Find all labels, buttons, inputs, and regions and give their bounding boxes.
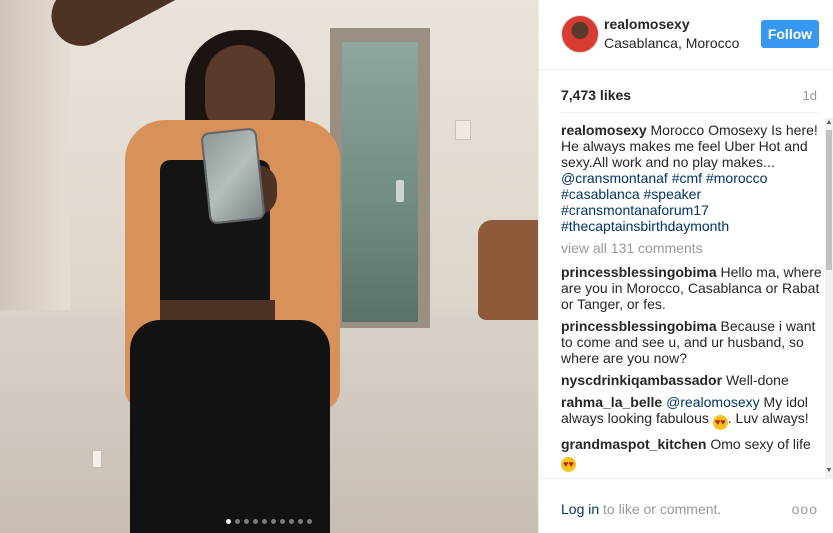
carousel-dot[interactable] (244, 519, 249, 524)
scroll-down-arrow-icon[interactable]: ▼ (825, 466, 833, 476)
caption-username[interactable]: realomosexy (561, 122, 647, 138)
mention-link[interactable]: @realomosexy (666, 394, 760, 410)
hashtag-link[interactable]: #morocco (706, 170, 767, 186)
comment-text: Well-done (725, 372, 789, 388)
comment-item: rahma_la_belle @realomosexy My idol alwa… (561, 394, 827, 430)
login-prompt-text: to like or comment. (603, 501, 722, 517)
glass-door (342, 42, 418, 322)
carousel-dot[interactable] (298, 519, 303, 524)
post-location[interactable]: Casablanca, Morocco (604, 35, 739, 51)
comment-text-after: . Luv always! (727, 410, 809, 426)
hashtag-link[interactable]: #speaker (644, 186, 702, 202)
hashtag-link[interactable]: #cransmontanaforum17 (561, 202, 709, 218)
carousel-dot[interactable] (271, 519, 276, 524)
divider (561, 112, 819, 113)
post-header: realomosexy Casablanca, Morocco Follow (539, 0, 833, 70)
comment-username[interactable]: grandmaspot_kitchen (561, 436, 706, 452)
follow-button[interactable]: Follow (761, 20, 819, 48)
carousel-indicator (0, 519, 538, 524)
comment-item: grandmaspot_kitchen Omo sexy of life ♥♥ (561, 436, 827, 472)
hashtag-link[interactable]: #thecaptainsbirthdaymonth (561, 218, 729, 234)
comment-username[interactable]: nyscdrinkiqambassador (561, 372, 722, 388)
smartphone (200, 127, 266, 225)
comment-username[interactable]: princessblessingobima (561, 264, 717, 280)
comment-username[interactable]: rahma_la_belle (561, 394, 662, 410)
wall-outlet (92, 450, 102, 468)
hashtag-link[interactable]: #cmf (672, 170, 702, 186)
post-username[interactable]: realomosexy (604, 16, 690, 32)
carousel-dot[interactable] (253, 519, 258, 524)
heart-eyes-emoji-icon: ♥♥ (712, 415, 728, 430)
hashtag-link[interactable]: @cransmontanaf (561, 170, 668, 186)
carousel-dot[interactable] (262, 519, 267, 524)
carousel-dot[interactable] (235, 519, 240, 524)
black-pants (130, 320, 330, 533)
view-all-comments-link[interactable]: view all 131 comments (561, 240, 827, 256)
carousel-dot[interactable] (280, 519, 285, 524)
comment-username[interactable]: princessblessingobima (561, 318, 717, 334)
scrollbar-thumb[interactable] (826, 130, 832, 270)
likes-count[interactable]: 7,473 likes (561, 87, 631, 103)
light-switch (455, 120, 471, 140)
carousel-dot[interactable] (226, 519, 231, 524)
comment-item: princessblessingobima Hello ma, where ar… (561, 264, 827, 312)
comment-text: Omo sexy of life (710, 436, 811, 452)
hashtag-link[interactable]: #casablanca (561, 186, 640, 202)
carousel-dot[interactable] (289, 519, 294, 524)
scroll-up-arrow-icon[interactable]: ▲ (825, 118, 833, 128)
chair (478, 220, 538, 320)
post-side-panel: realomosexy Casablanca, Morocco Follow 7… (538, 0, 833, 533)
more-options-icon[interactable]: ooo (792, 501, 818, 517)
comments-list: realomosexy Morocco Omosexy Is here! He … (561, 122, 827, 472)
heart-eyes-emoji-icon: ♥♥ (561, 457, 576, 472)
door-handle (396, 180, 404, 202)
caption: realomosexy Morocco Omosexy Is here! He … (561, 122, 827, 234)
post-age[interactable]: 1d (803, 88, 817, 103)
carousel-dot[interactable] (307, 519, 312, 524)
post-footer: Log in to like or comment. ooo (539, 478, 833, 533)
comment-item: princessblessingobima Because i want to … (561, 318, 827, 366)
login-link[interactable]: Log in (561, 501, 599, 517)
post-photo[interactable] (0, 0, 538, 533)
comment-item: nyscdrinkiqambassador Well-done (561, 372, 827, 388)
login-prompt: Log in to like or comment. (561, 501, 721, 517)
avatar[interactable] (561, 15, 599, 53)
